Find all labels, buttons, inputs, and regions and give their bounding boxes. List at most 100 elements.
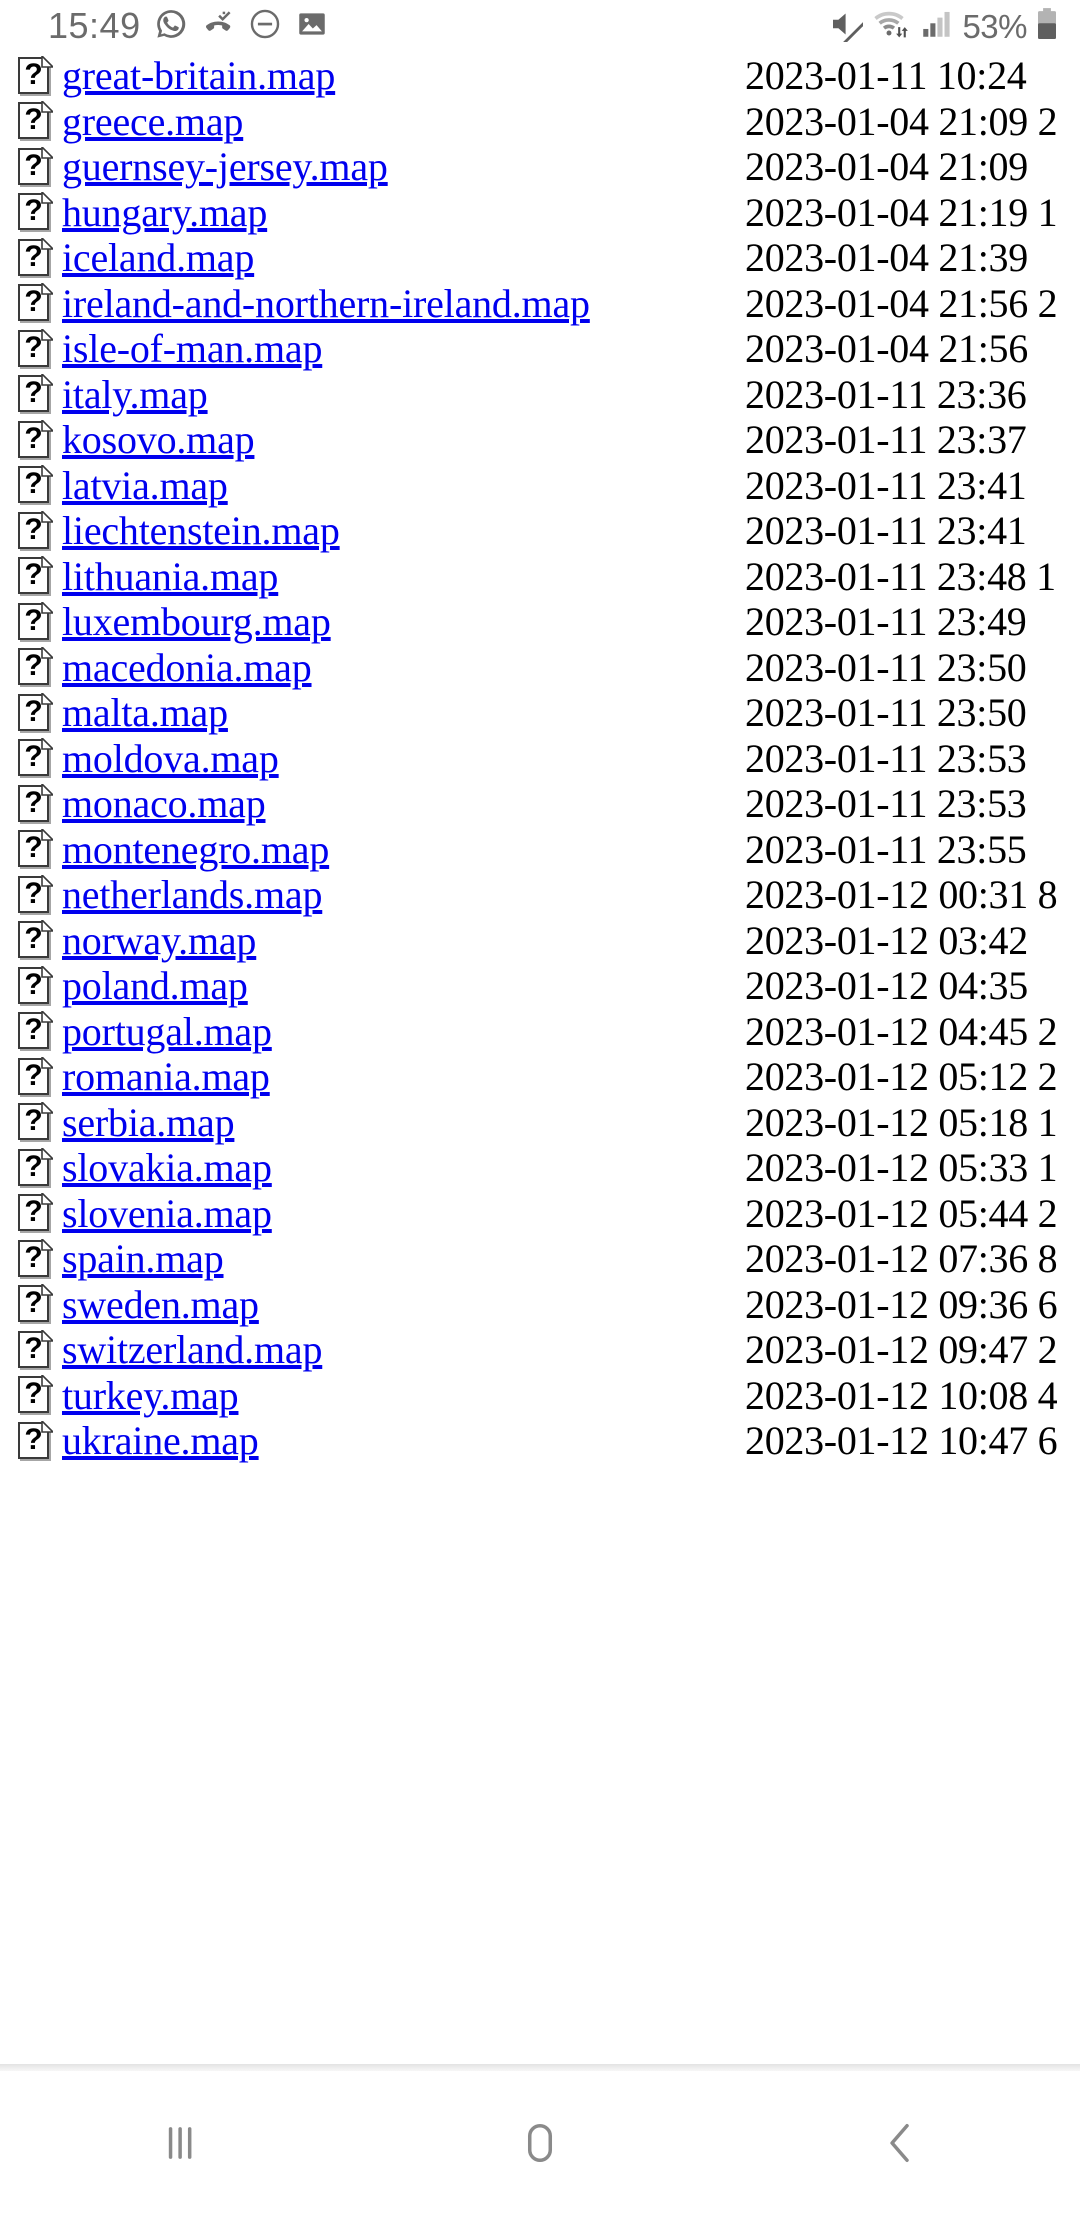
file-row: ? norway.map 2023-01-12 03:42: [0, 918, 1080, 964]
file-row: ? netherlands.map 2023-01-12 00:31 8: [0, 872, 1080, 918]
unknown-file-icon: ?: [18, 1056, 53, 1096]
file-row: ? ukraine.map 2023-01-12 10:47 6: [0, 1418, 1080, 1464]
file-modified-date: 2023-01-12 09:47 2: [745, 1327, 1058, 1372]
do-not-disturb-icon: [248, 7, 282, 46]
file-row: ? portugal.map 2023-01-12 04:45 2: [0, 1009, 1080, 1055]
file-link[interactable]: montenegro.map: [62, 827, 329, 872]
file-modified-date: 2023-01-11 23:53: [745, 781, 1027, 826]
file-link[interactable]: switzerland.map: [62, 1327, 322, 1372]
file-modified-date: 2023-01-11 23:50: [745, 690, 1027, 735]
file-link[interactable]: serbia.map: [62, 1100, 235, 1145]
file-row: ? macedonia.map 2023-01-11 23:50: [0, 645, 1080, 691]
file-link[interactable]: luxembourg.map: [62, 599, 331, 644]
unknown-file-icon: ?: [18, 283, 53, 322]
file-row: ? poland.map 2023-01-12 04:35: [0, 963, 1080, 1009]
file-row: ? greece.map 2023-01-04 21:09 2: [0, 99, 1080, 145]
file-link[interactable]: great-britain.map: [62, 53, 335, 98]
file-modified-date: 2023-01-12 04:35: [745, 963, 1028, 1008]
file-modified-date: 2023-01-11 23:53: [745, 735, 1027, 781]
file-modified-date: 2023-01-11 23:36: [745, 371, 1027, 417]
file-row: ? latvia.map 2023-01-11 23:41: [0, 463, 1080, 509]
file-link[interactable]: turkey.map: [62, 1373, 239, 1418]
file-link[interactable]: greece.map: [62, 99, 243, 144]
file-modified-date: 2023-01-11 23:50: [745, 644, 1027, 690]
file-row: ? slovakia.map 2023-01-12 05:33 1: [0, 1145, 1080, 1191]
file-link[interactable]: macedonia.map: [62, 645, 312, 690]
file-row: ? italy.map 2023-01-11 23:36: [0, 372, 1080, 418]
home-button[interactable]: [440, 2071, 640, 2220]
file-link[interactable]: italy.map: [62, 372, 208, 417]
unknown-file-icon: ?: [18, 601, 53, 641]
file-row: ? ireland-and-northern-ireland.map 2023-01…: [0, 281, 1080, 327]
unknown-file-icon: ?: [18, 192, 53, 231]
file-link[interactable]: norway.map: [62, 918, 256, 963]
unknown-file-icon: ?: [18, 1102, 53, 1141]
file-row: ? romania.map 2023-01-12 05:12 2: [0, 1054, 1080, 1100]
file-link[interactable]: lithuania.map: [62, 554, 278, 599]
file-link[interactable]: hungary.map: [62, 190, 267, 235]
file-link[interactable]: guernsey-jersey.map: [62, 144, 388, 189]
unknown-file-icon: ?: [18, 829, 53, 868]
file-modified-date: 2023-01-12 09:36 6: [745, 1281, 1058, 1327]
file-row: ? slovenia.map 2023-01-12 05:44 2: [0, 1191, 1080, 1237]
file-link[interactable]: moldova.map: [62, 736, 279, 781]
file-modified-date: 2023-01-12 04:45 2: [745, 1008, 1058, 1054]
file-modified-date: 2023-01-12 10:08 4: [745, 1372, 1058, 1418]
file-modified-date: 2023-01-12 05:12 2: [745, 1054, 1058, 1099]
file-link[interactable]: iceland.map: [62, 235, 254, 280]
file-modified-date: 2023-01-04 21:09 2: [745, 98, 1058, 144]
file-link[interactable]: netherlands.map: [62, 872, 322, 917]
home-icon: [512, 2115, 568, 2176]
wifi-data-transfer-icon: [872, 6, 912, 47]
file-modified-date: 2023-01-04 21:39: [745, 235, 1028, 280]
file-modified-date: 2023-01-11 23:37: [745, 417, 1027, 462]
file-modified-date: 2023-01-04 21:19 1: [745, 189, 1058, 235]
unknown-file-icon: ?: [18, 965, 53, 1005]
file-modified-date: 2023-01-12 05:44 2: [745, 1190, 1058, 1236]
missed-call-icon: [201, 7, 235, 46]
file-row: ? guernsey-jersey.map 2023-01-04 21:09: [0, 144, 1080, 190]
unknown-file-icon: ?: [18, 647, 53, 686]
file-row: ? moldova.map 2023-01-11 23:53: [0, 736, 1080, 782]
file-modified-date: 2023-01-11 23:55: [745, 826, 1027, 872]
file-modified-date: 2023-01-11 23:41: [745, 508, 1027, 553]
battery-percentage-label: 53%: [962, 7, 1027, 45]
file-link[interactable]: slovenia.map: [62, 1191, 272, 1236]
whatsapp-icon: [154, 7, 188, 46]
unknown-file-icon: ?: [18, 328, 53, 368]
file-link[interactable]: ireland-and-northern-ireland.map: [62, 281, 590, 326]
file-row: ? malta.map 2023-01-11 23:50: [0, 690, 1080, 736]
file-link[interactable]: portugal.map: [62, 1009, 272, 1054]
file-link[interactable]: kosovo.map: [62, 417, 255, 462]
recents-icon: [152, 2115, 208, 2176]
file-row: ? hungary.map 2023-01-04 21:19 1: [0, 190, 1080, 236]
unknown-file-icon: ?: [18, 1147, 53, 1187]
file-link[interactable]: liechtenstein.map: [62, 508, 340, 553]
file-link[interactable]: spain.map: [62, 1236, 224, 1281]
file-row: ? iceland.map 2023-01-04 21:39: [0, 235, 1080, 281]
file-modified-date: 2023-01-04 21:56 2: [745, 280, 1058, 326]
file-link[interactable]: latvia.map: [62, 463, 228, 508]
file-row: ? sweden.map 2023-01-12 09:36 6: [0, 1282, 1080, 1328]
directory-listing-page[interactable]: ? great-britain.map 2023-01-11 10:24? greec…: [0, 52, 1080, 2064]
file-modified-date: 2023-01-12 05:18 1: [745, 1099, 1058, 1145]
file-link[interactable]: malta.map: [62, 690, 228, 735]
file-link[interactable]: isle-of-man.map: [62, 326, 322, 371]
file-modified-date: 2023-01-11 23:41: [745, 462, 1027, 508]
file-link[interactable]: ukraine.map: [62, 1418, 259, 1463]
file-modified-date: 2023-01-12 10:47 6: [745, 1418, 1058, 1463]
file-link[interactable]: poland.map: [62, 963, 248, 1008]
file-link[interactable]: romania.map: [62, 1054, 270, 1099]
file-link[interactable]: monaco.map: [62, 781, 266, 826]
unknown-file-icon: ?: [18, 738, 53, 777]
unknown-file-icon: ?: [18, 146, 53, 186]
recents-button[interactable]: [80, 2071, 280, 2220]
file-modified-date: 2023-01-12 05:33 1: [745, 1145, 1058, 1190]
back-button[interactable]: [800, 2071, 1000, 2220]
file-modified-date: 2023-01-04 21:56: [745, 326, 1028, 371]
file-row: ? kosovo.map 2023-01-11 23:37: [0, 417, 1080, 463]
file-row: ? luxembourg.map 2023-01-11 23:49: [0, 599, 1080, 645]
file-link[interactable]: slovakia.map: [62, 1145, 272, 1190]
file-link[interactable]: sweden.map: [62, 1282, 259, 1327]
status-bar: 15:49 53%: [0, 0, 1080, 52]
